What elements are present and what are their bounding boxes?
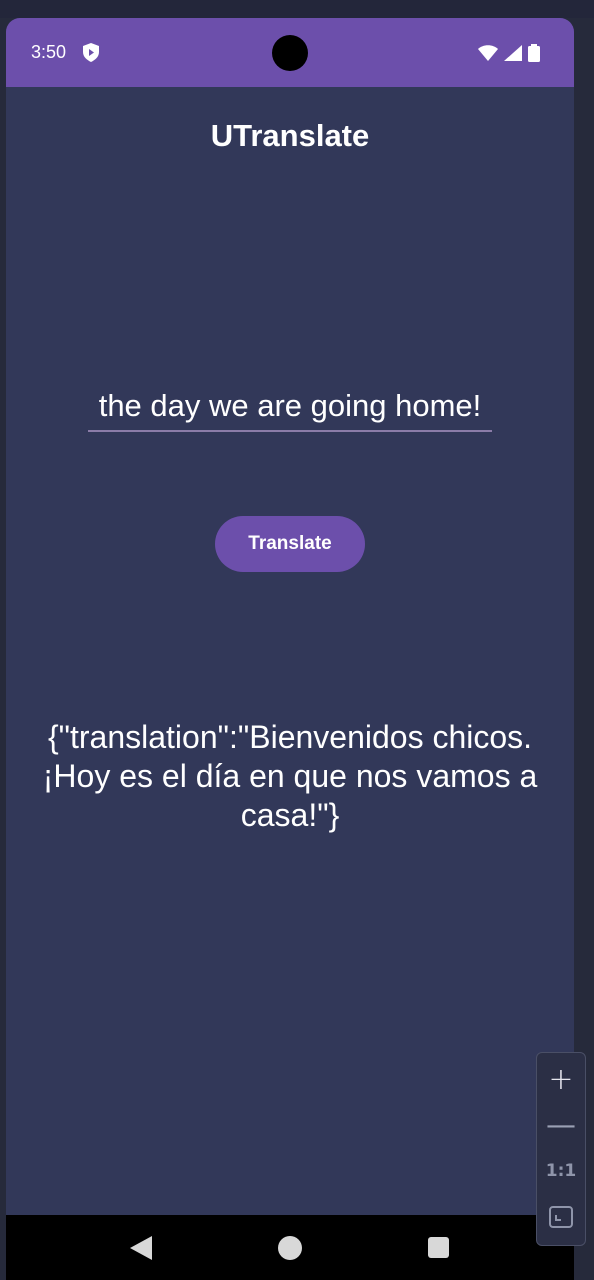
recents-icon[interactable] (428, 1237, 449, 1258)
back-icon[interactable] (130, 1236, 152, 1260)
shield-icon (83, 43, 99, 62)
app-title: UTranslate (210, 118, 370, 153)
translation-result: {"translation":"Bienvenidos chicos. ¡Hoy… (42, 719, 538, 833)
text-input[interactable] (88, 383, 492, 429)
navigation-bar (6, 1215, 574, 1280)
emulator-host: 3:50 UTranslate the day we are going hom… (0, 0, 594, 1280)
zoom-controls: + — 1:1 (536, 1052, 586, 1246)
zoom-in-button[interactable]: + (537, 1057, 585, 1101)
status-time: 3:50 (31, 42, 67, 62)
text-input-container (88, 383, 492, 433)
host-toolbar-edge (0, 0, 594, 18)
translate-button[interactable]: Translate (215, 516, 365, 572)
fit-screen-icon (549, 1206, 573, 1228)
input-underline (88, 430, 492, 432)
fit-screen-button[interactable] (537, 1195, 585, 1239)
home-icon[interactable] (278, 1236, 302, 1260)
battery-icon (528, 44, 540, 62)
wifi-icon (478, 45, 498, 61)
status-bar: 3:50 (6, 18, 574, 87)
phone-screen: 3:50 UTranslate the day we are going hom… (6, 18, 574, 1280)
zoom-reset-button[interactable]: 1:1 (537, 1149, 585, 1193)
status-icons (478, 44, 540, 62)
signal-icon (504, 45, 522, 61)
camera-cutout (272, 35, 308, 71)
zoom-out-button[interactable]: — (537, 1103, 585, 1147)
